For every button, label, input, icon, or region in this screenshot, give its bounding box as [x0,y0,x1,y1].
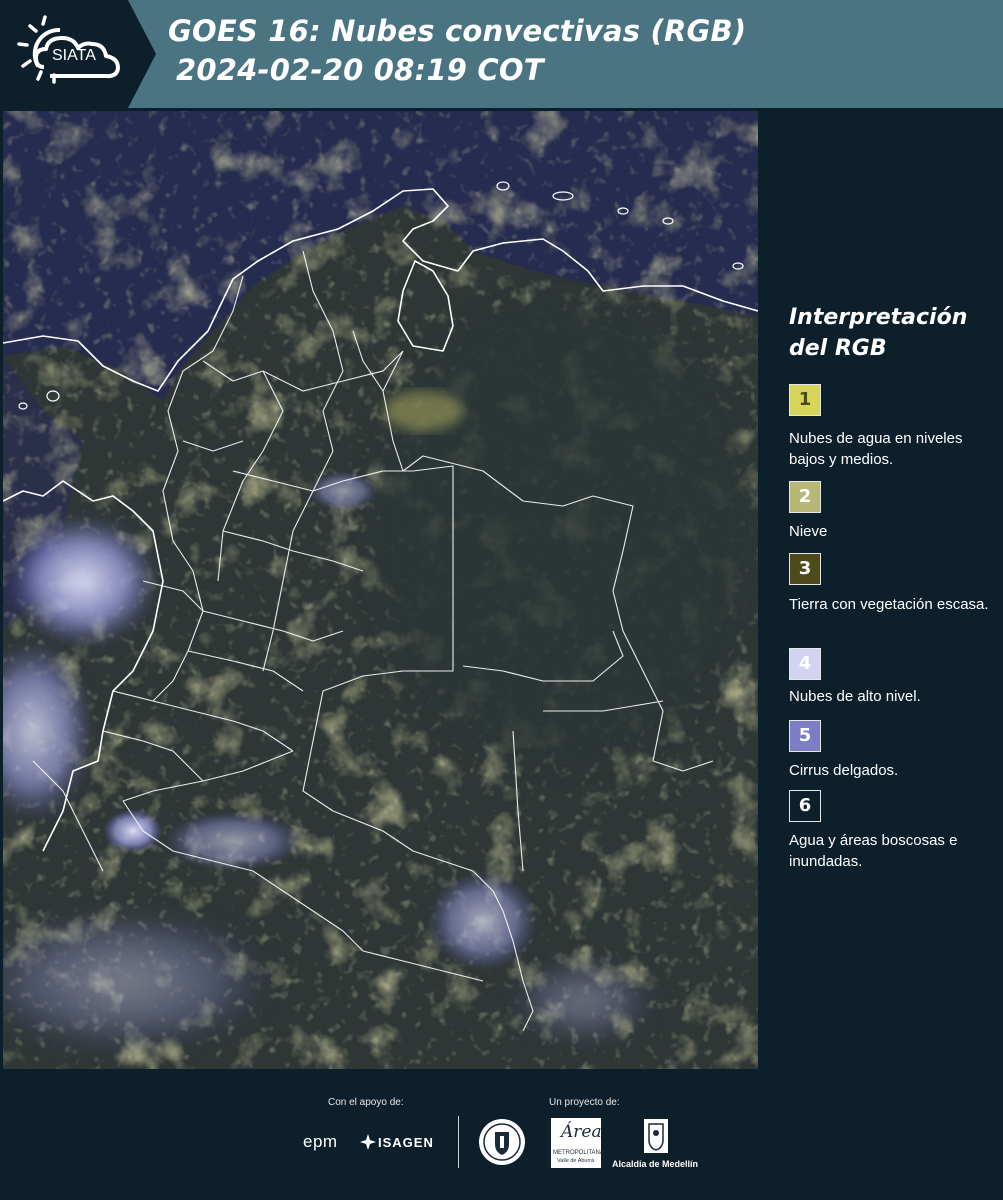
legend-panel: Interpretación del RGB 1 Nubes de agua e… [760,108,1003,1070]
legend-label-3: Tierra con vegetación escasa. [789,596,989,613]
isagen-icon [360,1134,376,1150]
area-logo-sub: METROPOLITANA [553,1150,604,1156]
legend-swatch-6: 6 [789,790,821,822]
siata-logo: SIATA [0,0,156,108]
legend-title: Interpretación del RGB [789,305,968,361]
title-line-1: GOES 16: Nubes convectivas (RGB) [168,14,747,48]
isagen-logo: ISAGEN [378,1135,434,1150]
project-label: Un proyecto de: [549,1097,620,1108]
epm-logo: epm [303,1132,338,1151]
area-metropolitana-logo: Área METROPOLITANA Valle de Aburrá [551,1118,604,1168]
legend-label-1: Nubes de agua en niveles bajos y medios. [789,430,963,468]
legend-label-4: Nubes de alto nivel. [789,688,921,705]
support-label: Con el apoyo de: [328,1097,404,1108]
legend-swatch-1: 1 [789,384,821,416]
legend-label-6: Agua y áreas boscosas e inundadas. [789,832,958,870]
area-logo-sub2: Valle de Aburrá [557,1158,595,1164]
legend-swatch-2: 2 [789,481,821,513]
legend-label-5: Cirrus delgados. [789,762,899,779]
siata-logo-text: SIATA [52,47,96,64]
satellite-map [0,111,759,1069]
header-bar: SIATA GOES 16: Nubes convectivas (RGB) 2… [0,0,1003,108]
legend-swatch-5: 5 [789,720,821,752]
legend-swatch-4: 4 [789,648,821,680]
medellin-seal-icon [478,1118,526,1166]
legend-label-2: Nieve [789,523,828,540]
footer-divider [458,1116,459,1168]
legend-swatch-3: 3 [789,553,821,585]
title-line-2: 2024-02-20 08:19 COT [176,53,544,87]
area-logo-text: Área [561,1122,602,1142]
footer-sponsors: Con el apoyo de: Un proyecto de: epm ISA… [0,1070,1003,1200]
alcaldia-logo: Alcaldía de Medellín [612,1159,699,1169]
alcaldia-shield-icon [643,1118,669,1154]
